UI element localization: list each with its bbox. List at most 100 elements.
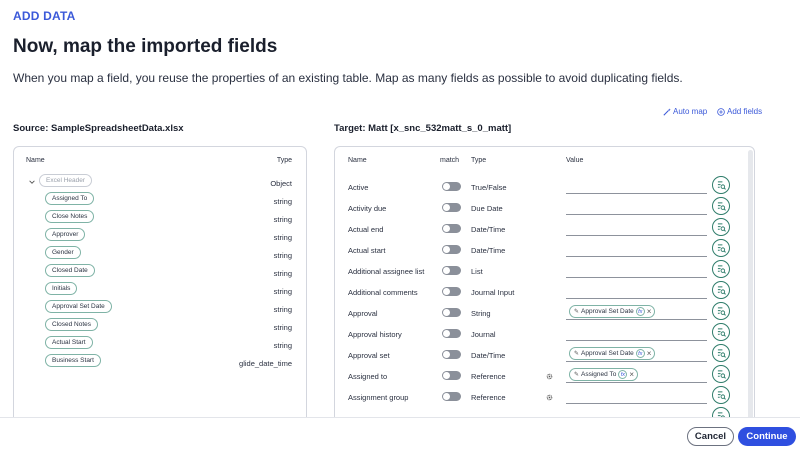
map-field-button[interactable]: [712, 197, 730, 215]
chevron-down-icon[interactable]: [28, 178, 36, 186]
source-field-pill[interactable]: Approval Set Date: [45, 300, 112, 313]
map-field-button[interactable]: [712, 281, 730, 299]
mapped-value-label: Approval Set Date: [581, 308, 634, 315]
source-root-pill[interactable]: Excel Header: [39, 174, 93, 187]
target-field-type: Due Date: [471, 204, 503, 213]
source-fields-panel: Name Type Excel Header Object Assigned T…: [13, 146, 307, 426]
field-mapping-icon: [717, 180, 726, 190]
mapped-value-chip[interactable]: ✎ Assigned To fx ×: [569, 368, 638, 381]
scrollbar[interactable]: [748, 150, 753, 425]
value-input[interactable]: [566, 193, 707, 194]
value-input[interactable]: [566, 235, 707, 236]
map-field-button[interactable]: [712, 239, 730, 257]
match-toggle[interactable]: [442, 308, 461, 317]
target-field-name: Additional comments: [348, 288, 418, 297]
source-field-pill[interactable]: Closed Notes: [45, 318, 99, 331]
value-input[interactable]: [566, 403, 707, 404]
target-type-header: Type: [471, 157, 487, 164]
source-field-type: string: [273, 269, 292, 278]
value-input[interactable]: [566, 256, 707, 257]
gear-icon[interactable]: [546, 373, 553, 380]
source-field-pill[interactable]: Closed Date: [45, 264, 95, 277]
map-field-button[interactable]: [712, 344, 730, 362]
match-toggle[interactable]: [442, 245, 461, 254]
value-input[interactable]: [566, 361, 707, 362]
target-field-name: Assigned to: [348, 372, 388, 381]
target-field-name: Actual end: [348, 225, 384, 234]
auto-map-button[interactable]: Auto map: [663, 107, 707, 116]
close-icon[interactable]: ×: [647, 307, 652, 316]
target-field-type: Journal: [471, 330, 496, 339]
source-field-type: string: [273, 215, 292, 224]
map-field-button[interactable]: [712, 218, 730, 236]
match-toggle[interactable]: [442, 329, 461, 338]
mapped-value-label: Assigned To: [581, 371, 617, 378]
value-input[interactable]: [566, 277, 707, 278]
page-subtitle: When you map a field, you reuse the prop…: [13, 71, 683, 85]
source-field-pill[interactable]: Gender: [45, 246, 81, 259]
source-label: Source: SampleSpreadsheetData.xlsx: [13, 123, 184, 134]
match-toggle[interactable]: [442, 287, 461, 296]
target-field-type: Date/Time: [471, 351, 506, 360]
source-field-pill[interactable]: Assigned To: [45, 192, 95, 205]
target-name-header: Name: [348, 157, 367, 164]
source-field-type: string: [273, 287, 292, 296]
match-toggle[interactable]: [442, 266, 461, 275]
target-field-type: List: [471, 267, 483, 276]
source-field-type: string: [273, 251, 292, 260]
match-toggle[interactable]: [442, 371, 461, 380]
fx-icon[interactable]: fx: [618, 370, 628, 379]
source-field-pill[interactable]: Approver: [45, 228, 86, 241]
target-match-header: match: [440, 157, 460, 164]
target-field-type: True/False: [471, 183, 507, 192]
target-field-type: Journal Input: [471, 288, 515, 297]
close-icon[interactable]: ×: [647, 349, 652, 358]
match-toggle[interactable]: [442, 203, 461, 212]
target-field-type: Reference: [471, 372, 506, 381]
value-input[interactable]: [566, 319, 707, 320]
source-field-pill[interactable]: Business Start: [45, 354, 101, 367]
value-input[interactable]: [566, 298, 707, 299]
auto-map-label: Auto map: [673, 107, 708, 116]
close-icon[interactable]: ×: [629, 370, 634, 379]
continue-button[interactable]: Continue: [738, 427, 796, 446]
value-input[interactable]: [566, 214, 707, 215]
source-field-pill[interactable]: Close Notes: [45, 210, 95, 223]
map-field-button[interactable]: [712, 365, 730, 383]
match-toggle[interactable]: [442, 224, 461, 233]
fx-icon[interactable]: fx: [635, 349, 645, 358]
source-field-type: glide_date_time: [239, 359, 292, 368]
field-mapping-icon: [717, 306, 726, 316]
mapped-value-chip[interactable]: ✎ Approval Set Date fx ×: [569, 305, 656, 318]
map-field-button[interactable]: [712, 260, 730, 278]
target-field-type: Date/Time: [471, 225, 506, 234]
value-input[interactable]: [566, 382, 707, 383]
value-input[interactable]: [566, 340, 707, 341]
mapped-value-label: Approval Set Date: [581, 350, 634, 357]
add-fields-button[interactable]: Add fields: [717, 107, 762, 116]
target-label: Target: Matt [x_snc_532matt_s_0_matt]: [334, 123, 512, 134]
match-toggle[interactable]: [442, 182, 461, 191]
map-field-button[interactable]: [712, 386, 730, 404]
target-field-name: Assignment group: [348, 393, 409, 402]
source-field-pill[interactable]: Initials: [45, 282, 78, 295]
plus-circle-icon: [717, 107, 725, 116]
mapped-value-chip[interactable]: ✎ Approval Set Date fx ×: [569, 347, 656, 360]
source-field-pill[interactable]: Actual Start: [45, 336, 93, 349]
match-toggle[interactable]: [442, 350, 461, 359]
wand-icon: [663, 107, 671, 116]
match-toggle[interactable]: [442, 392, 461, 401]
gear-icon[interactable]: [546, 394, 553, 401]
target-fields-panel: Name match Type Value Active True/False …: [334, 146, 755, 426]
footer-bar: [0, 417, 800, 451]
field-mapping-icon: [717, 348, 726, 358]
map-field-button[interactable]: [712, 302, 730, 320]
target-field-name: Actual start: [348, 246, 386, 255]
map-field-button[interactable]: [712, 323, 730, 341]
target-field-name: Additional assignee list: [348, 267, 425, 276]
source-field-type: string: [273, 323, 292, 332]
map-field-button[interactable]: [712, 176, 730, 194]
target-field-name: Approval history: [348, 330, 402, 339]
cancel-button[interactable]: Cancel: [687, 427, 734, 446]
fx-icon[interactable]: fx: [635, 307, 645, 316]
